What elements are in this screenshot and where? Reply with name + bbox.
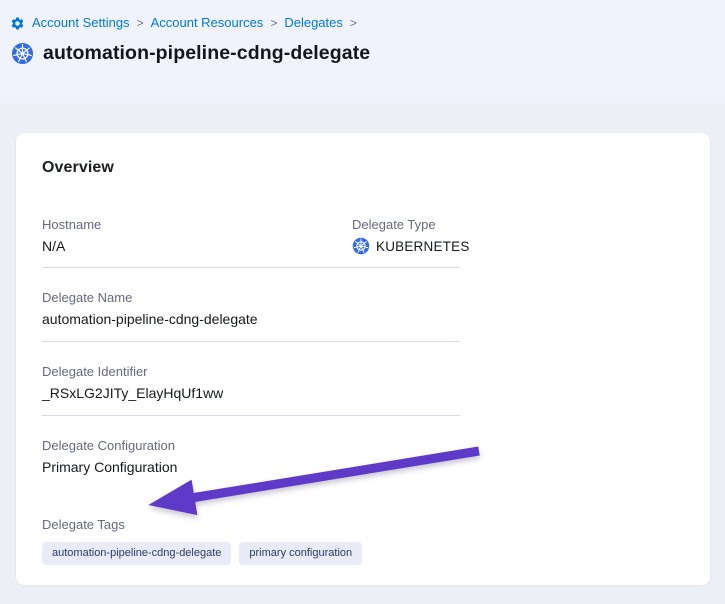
delegate-type-label: Delegate Type xyxy=(352,217,470,233)
delegate-tag-chip: primary configuration xyxy=(239,542,362,565)
delegate-identifier-label: Delegate Identifier xyxy=(42,364,460,380)
delegate-identifier-value: _RSxLG2JITy_ElayHqUf1ww xyxy=(42,385,460,402)
delegate-name-label: Delegate Name xyxy=(42,290,460,306)
delegate-tags-label: Delegate Tags xyxy=(42,517,460,533)
page: { "breadcrumb": { "items": ["Account Set… xyxy=(0,0,725,604)
kubernetes-icon xyxy=(11,42,34,65)
breadcrumb-separator: > xyxy=(270,14,277,32)
breadcrumb-link-account-resources[interactable]: Account Resources xyxy=(151,14,264,32)
delegate-type-value: KUBERNETES xyxy=(376,238,470,255)
delegate-name-value: automation-pipeline-cdng-delegate xyxy=(42,311,460,328)
hostname-value: N/A xyxy=(42,238,352,255)
breadcrumb-separator: > xyxy=(137,14,144,32)
kubernetes-icon xyxy=(352,237,370,255)
overview-fields: Hostname N/A Delegate Type xyxy=(42,217,460,565)
overview-heading: Overview xyxy=(42,159,684,177)
field-delegate-identifier: Delegate Identifier _RSxLG2JITy_ElayHqUf… xyxy=(42,342,460,416)
hostname-label: Hostname xyxy=(42,217,352,233)
breadcrumb-link-delegates[interactable]: Delegates xyxy=(284,14,343,32)
header-band: Account Settings > Account Resources > D… xyxy=(0,0,725,103)
page-title: automation-pipeline-cdng-delegate xyxy=(43,42,370,65)
overview-card: Overview Hostname N/A Delegate Type xyxy=(16,133,710,585)
field-hostname: Hostname N/A xyxy=(42,217,352,255)
field-delegate-tags: Delegate Tags automation-pipeline-cdng-d… xyxy=(42,489,460,565)
page-title-row: automation-pipeline-cdng-delegate xyxy=(11,42,713,65)
breadcrumb-link-account-settings[interactable]: Account Settings xyxy=(32,14,130,32)
delegate-type-value-row: KUBERNETES xyxy=(352,237,470,255)
gear-icon xyxy=(10,16,25,31)
delegate-tags-list: automation-pipeline-cdng-delegate primar… xyxy=(42,542,460,565)
field-delegate-configuration: Delegate Configuration Primary Configura… xyxy=(42,416,460,489)
delegate-tag-chip: automation-pipeline-cdng-delegate xyxy=(42,542,231,565)
breadcrumb: Account Settings > Account Resources > D… xyxy=(10,14,713,32)
field-delegate-name: Delegate Name automation-pipeline-cdng-d… xyxy=(42,268,460,342)
breadcrumb-separator: > xyxy=(350,14,357,32)
field-delegate-type: Delegate Type xyxy=(352,217,470,255)
delegate-configuration-value: Primary Configuration xyxy=(42,459,460,476)
field-row-hostname-and-type: Hostname N/A Delegate Type xyxy=(42,217,460,268)
delegate-configuration-label: Delegate Configuration xyxy=(42,438,460,454)
